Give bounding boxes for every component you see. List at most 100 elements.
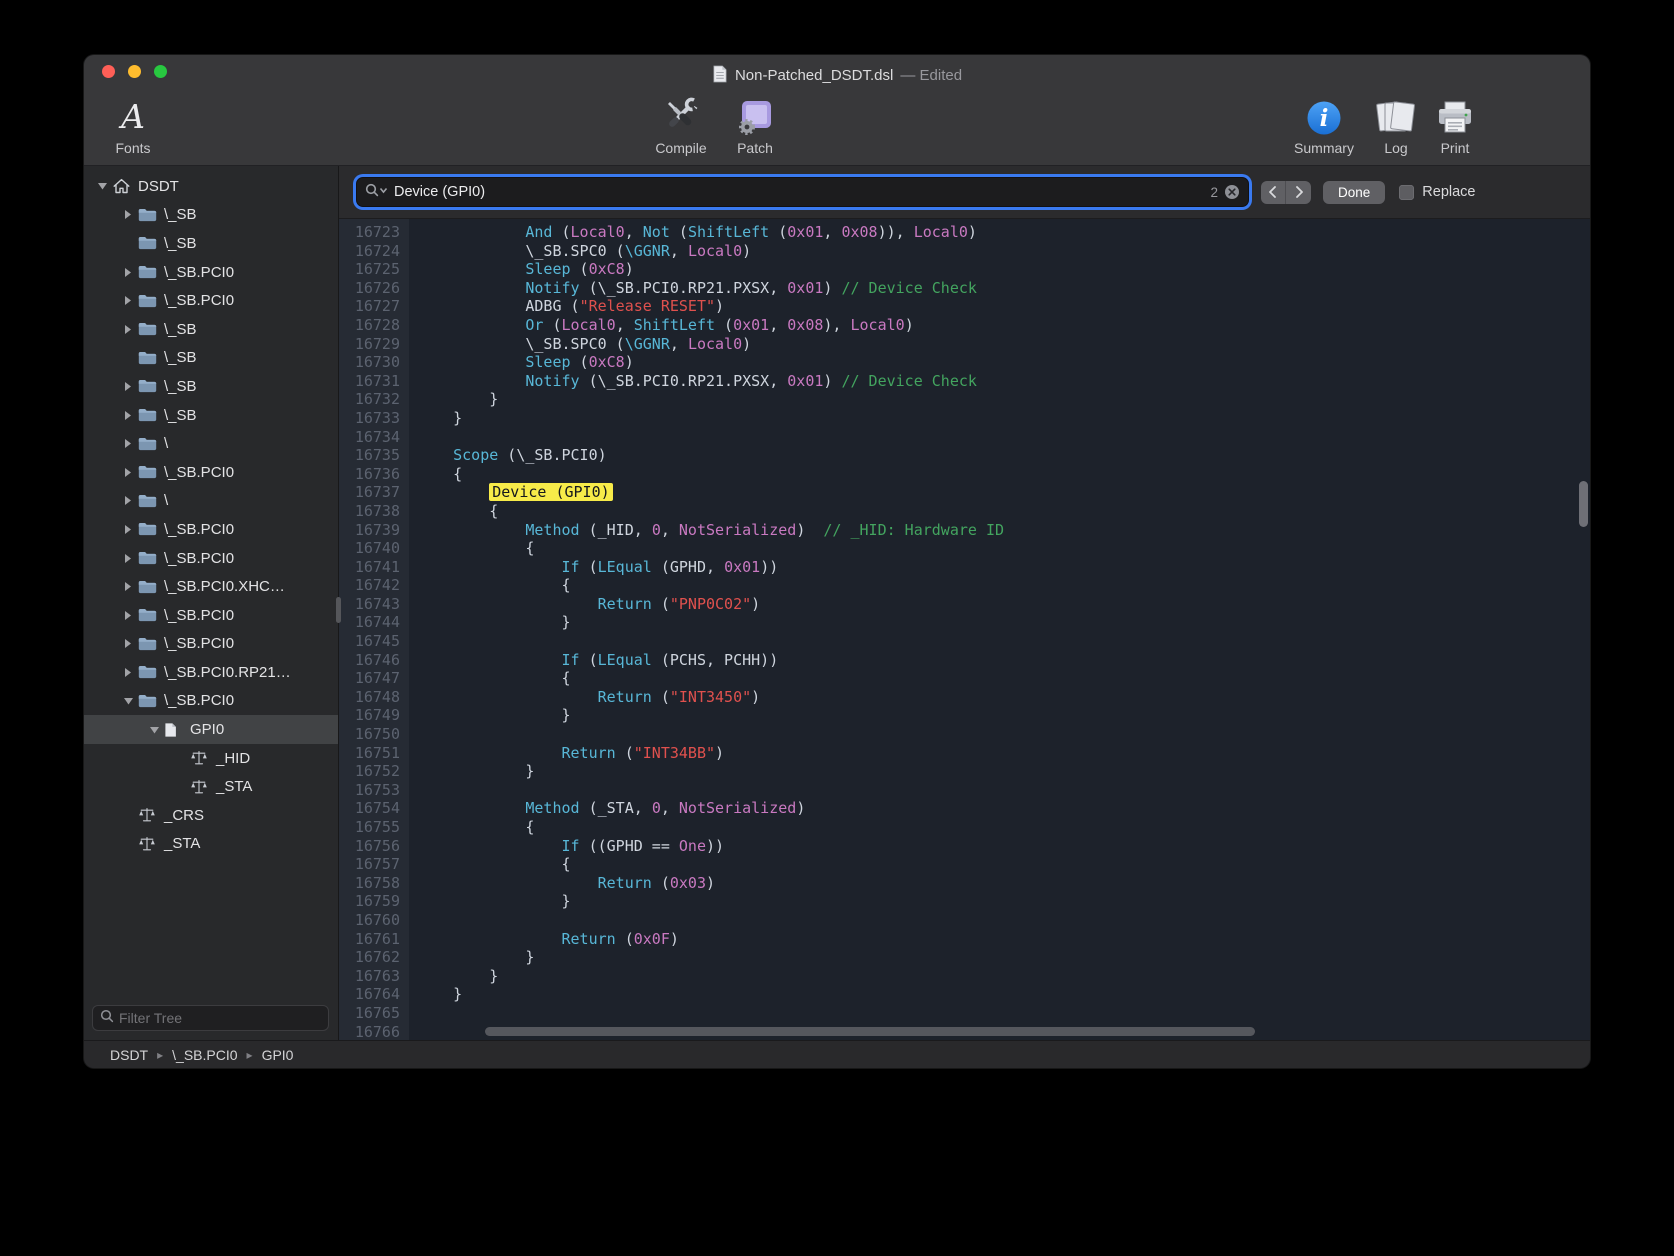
code-token: , [616,316,634,334]
disclosure-right-icon[interactable] [118,467,138,478]
line-number: 16752 [339,762,400,781]
close-button[interactable] [102,65,115,78]
sidebar-splitter-handle[interactable] [336,597,341,623]
line-number: 16754 [339,799,400,818]
done-button[interactable]: Done [1323,181,1385,204]
code-token: (_HID, [580,521,652,539]
disclosure-down-icon[interactable] [118,697,138,705]
breadcrumb-separator-icon: ▸ [157,1048,163,1062]
fonts-button[interactable]: A Fonts [100,93,166,156]
tree-item-sb-pci0[interactable]: \_SB.PCI0 [84,515,338,544]
tree-item-[interactable]: \ [84,429,338,458]
disclosure-right-icon[interactable] [118,324,138,335]
zoom-button[interactable] [154,65,167,78]
code-token: // Device Check [841,279,976,297]
line-number: 16723 [339,223,400,242]
patch-label: Patch [737,140,773,156]
search-input[interactable] [394,184,1204,200]
disclosure-right-icon[interactable] [118,438,138,449]
patch-button[interactable]: Patch [726,93,784,156]
tree-item-sb-pci0[interactable]: \_SB.PCI0 [84,601,338,630]
tree-item-[interactable]: \ [84,487,338,516]
breadcrumb-item[interactable]: \_SB.PCI0 [172,1047,237,1063]
disclosure-right-icon[interactable] [118,295,138,306]
code-pane[interactable]: And (Local0, Not (ShiftLeft (0x01, 0x08)… [409,219,1590,1040]
next-match-button[interactable] [1286,181,1311,204]
tree-item-sb-pci0[interactable]: \_SB.PCI0 [84,687,338,716]
tree-item-crs[interactable]: _CRS [84,801,338,830]
code-token: One [679,837,706,855]
filter-tree-input[interactable] [119,1010,321,1026]
disclosure-right-icon[interactable] [118,495,138,506]
tree-item-label: \_SB.PCI0 [164,635,234,652]
tree-item-sb[interactable]: \_SB [84,401,338,430]
tree-item-label: \ [164,435,168,452]
disclosure-right-icon[interactable] [118,610,138,621]
code-token: 0x01 [787,279,823,297]
tree-item-sta[interactable]: _STA [84,830,338,859]
folder-icon [138,379,164,393]
tree-item-sta[interactable]: _STA [84,772,338,801]
tree-item-sb[interactable]: \_SB [84,344,338,373]
vertical-scrollbar[interactable] [1579,481,1588,527]
disclosure-right-icon[interactable] [118,524,138,535]
tree-item-hid[interactable]: _HID [84,744,338,773]
disclosure-right-icon[interactable] [118,267,138,278]
clear-search-icon[interactable] [1224,184,1240,200]
tree-item-sb-pci0[interactable]: \_SB.PCI0 [84,258,338,287]
tree-item-sb[interactable]: \_SB [84,201,338,230]
tree-item-gpi0[interactable]: GPI0 [84,715,338,744]
disclosure-right-icon[interactable] [118,209,138,220]
tree-item-sb-pci0[interactable]: \_SB.PCI0 [84,630,338,659]
replace-checkbox[interactable] [1399,185,1414,200]
disclosure-down-icon[interactable] [144,726,164,734]
line-number: 16750 [339,725,400,744]
breadcrumb-item[interactable]: DSDT [110,1047,148,1063]
tree-item-dsdt[interactable]: DSDT [84,172,338,201]
tree-item-sb-pci0[interactable]: \_SB.PCI0 [84,458,338,487]
tree-item-sb[interactable]: \_SB [84,372,338,401]
summary-button[interactable]: i Summary [1284,93,1364,156]
line-number: 16751 [339,744,400,763]
tree-item-sb[interactable]: \_SB [84,315,338,344]
disclosure-right-icon[interactable] [118,667,138,678]
code-token: (_STA, [580,799,652,817]
code-token: ) [905,316,914,334]
line-number: 16743 [339,595,400,614]
line-number: 16741 [339,558,400,577]
chevron-left-icon [1268,186,1278,198]
tree-item-sb-pci0[interactable]: \_SB.PCI0 [84,286,338,315]
log-button[interactable]: Log [1372,93,1420,156]
code-token: NotSerialized [679,521,796,539]
previous-match-button[interactable] [1261,181,1286,204]
disclosure-right-icon[interactable] [118,581,138,592]
patch-icon [735,93,775,137]
breadcrumb-item[interactable]: GPI0 [262,1047,294,1063]
code-token: Return [598,874,652,892]
tree-item-sb-pci0-xhc[interactable]: \_SB.PCI0.XHC… [84,572,338,601]
tree-item-sb-pci0-rp21[interactable]: \_SB.PCI0.RP21… [84,658,338,687]
tree-item-sb-pci0[interactable]: \_SB.PCI0 [84,544,338,573]
code-line: Return (0x0F) [417,930,1590,949]
code-line: } [417,613,1590,632]
disclosure-right-icon[interactable] [118,638,138,649]
compile-button[interactable]: Compile [642,93,720,156]
disclosure-right-icon[interactable] [118,410,138,421]
line-number: 16729 [339,335,400,354]
search-menu-icon[interactable] [365,183,388,202]
disclosure-right-icon[interactable] [118,553,138,564]
disclosure-right-icon[interactable] [118,381,138,392]
disclosure-down-icon[interactable] [92,182,112,190]
code-token: 0 [652,799,661,817]
code-token [417,446,453,464]
minimize-button[interactable] [128,65,141,78]
horizontal-scrollbar[interactable] [485,1027,1255,1036]
tree-item-sb[interactable]: \_SB [84,229,338,258]
code-token: Local0 [688,242,742,260]
code-token [417,483,489,501]
code-token: ) [823,279,841,297]
code-token: Not [643,223,670,241]
print-button[interactable]: Print [1428,93,1482,156]
code-line: ADBG ("Release RESET") [417,297,1590,316]
code-token: ( [616,930,634,948]
